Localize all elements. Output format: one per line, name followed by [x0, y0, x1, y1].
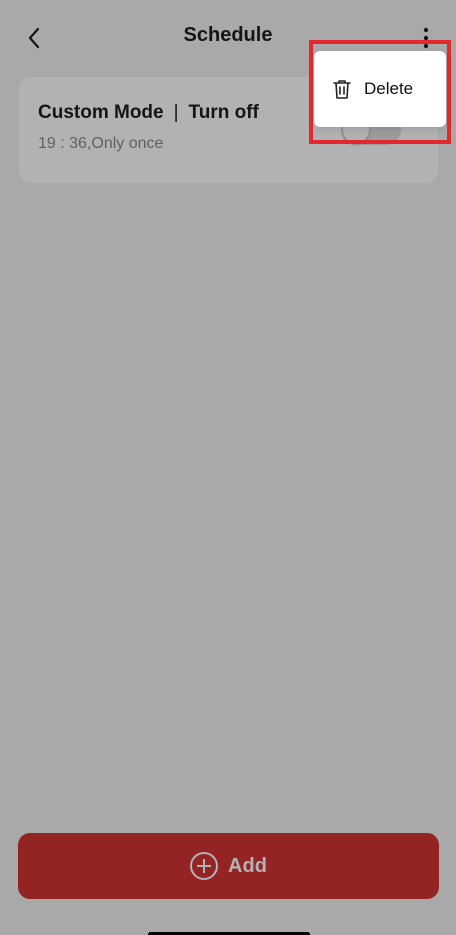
dim-overlay[interactable]: [0, 0, 456, 935]
trash-icon: [333, 80, 351, 99]
delete-label: Delete: [364, 79, 414, 98]
popup-menu: Delete: [314, 51, 446, 127]
delete-menu-item[interactable]: Delete: [314, 51, 446, 127]
